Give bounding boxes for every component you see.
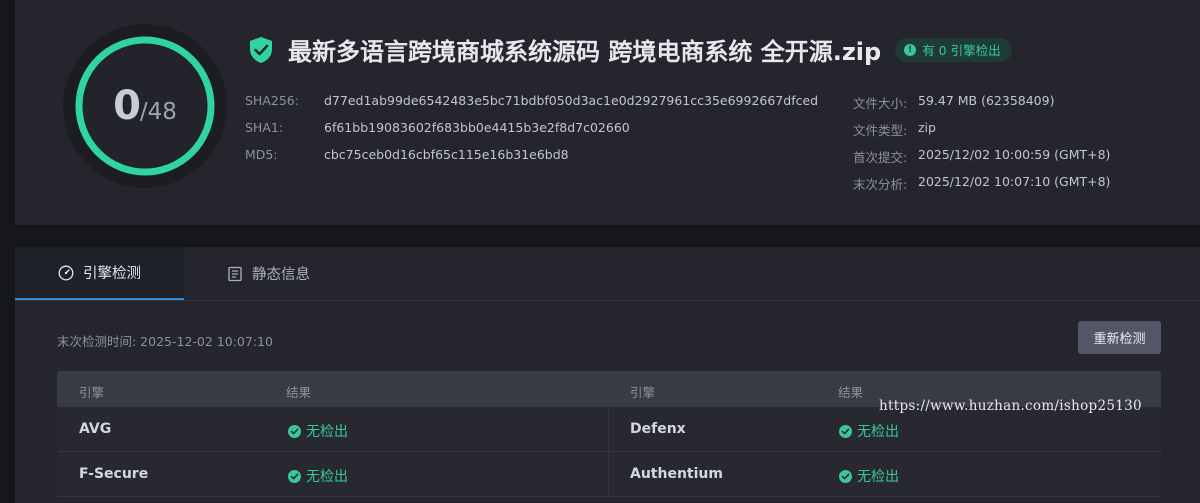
- check-circle-icon: [839, 424, 852, 438]
- engine-table: 引擎 结果 引擎 结果 AVG 无检出 Defenx 无检出 F-Secure …: [57, 371, 1161, 497]
- alert-icon: !: [904, 43, 917, 56]
- document-icon: [228, 266, 242, 281]
- engine-name: AVG: [79, 421, 112, 437]
- md5-value[interactable]: cbc75ceb0d16cbf65c115e16b31e6bd8: [324, 147, 569, 162]
- engine-name: Defenx: [630, 421, 686, 437]
- engine-result: 无检出: [288, 466, 348, 486]
- title-row: 最新多语言跨境商城系统源码 跨境电商系统 全开源.zip ! 有 0 引擎检出: [248, 32, 1012, 67]
- column-divider: [608, 452, 609, 496]
- file-summary-card: 0 /48 最新多语言跨境商城系统源码 跨境电商系统 全开源.zip ! 有 0…: [15, 0, 1200, 225]
- last-analysis-label: 末次分析:: [853, 177, 908, 192]
- last-analysis-value: 2025/12/02 10:07:10 (GMT+8): [918, 174, 1111, 189]
- column-header-result: 结果: [838, 385, 864, 400]
- sha256-label: SHA256:: [245, 93, 299, 108]
- detection-panel: 引擎检测 静态信息 末次检测时间: 2025-12-02 10:07:10 重新…: [15, 247, 1200, 503]
- column-divider: [608, 407, 609, 451]
- sha1-value[interactable]: 6f61bb19083602f683bb0e4415b3e2f8d7c02660: [324, 120, 630, 135]
- engine-total: /48: [139, 99, 177, 125]
- status-badge-text: 有 0 引擎检出: [922, 43, 1001, 58]
- column-header-engine: 引擎: [79, 385, 105, 400]
- sha1-label: SHA1:: [245, 120, 284, 135]
- tab-static-info-label: 静态信息: [252, 267, 310, 283]
- sha256-value[interactable]: d77ed1ab99de6542483e5bc71bdbf050d3ac1e0d…: [324, 93, 818, 108]
- file-type-label: 文件类型:: [853, 123, 908, 138]
- detection-gauge: 0 /48: [61, 22, 229, 190]
- column-header-result: 结果: [286, 385, 312, 400]
- file-size-label: 文件大小:: [853, 96, 908, 111]
- file-size-value: 59.47 MB (62358409): [918, 93, 1055, 108]
- table-row: F-Secure 无检出 Authentium 无检出: [57, 452, 1161, 497]
- tab-static-info[interactable]: 静态信息: [227, 247, 310, 300]
- engine-result-text: 无检出: [306, 424, 348, 440]
- engine-result: 无检出: [288, 421, 348, 441]
- last-check-time: 末次检测时间: 2025-12-02 10:07:10: [57, 334, 273, 349]
- engine-result-text: 无检出: [306, 469, 348, 485]
- detected-count: 0: [113, 83, 141, 129]
- engine-result: 无检出: [839, 466, 899, 486]
- tab-bar: 引擎检测 静态信息: [15, 247, 1200, 301]
- tab-engine-detection-label: 引擎检测: [83, 266, 141, 282]
- check-circle-icon: [288, 469, 301, 483]
- md5-label: MD5:: [245, 147, 278, 162]
- rescan-button[interactable]: 重新检测: [1078, 321, 1161, 354]
- column-header-engine: 引擎: [630, 385, 656, 400]
- file-title: 最新多语言跨境商城系统源码 跨境电商系统 全开源.zip: [288, 38, 882, 66]
- first-submit-value: 2025/12/02 10:00:59 (GMT+8): [918, 147, 1111, 162]
- watermark-url: https://www.huzhan.com/ishop25130: [879, 398, 1142, 414]
- file-type-value: zip: [918, 120, 936, 135]
- engine-result: 无检出: [839, 421, 899, 441]
- engine-name: Authentium: [630, 466, 723, 482]
- engine-result-text: 无检出: [857, 424, 899, 440]
- first-submit-label: 首次提交:: [853, 150, 908, 165]
- shield-check-icon: [250, 36, 272, 63]
- tab-engine-detection[interactable]: 引擎检测: [15, 247, 184, 300]
- engine-name: F-Secure: [79, 466, 149, 482]
- status-badge: ! 有 0 引擎检出: [895, 37, 1012, 62]
- check-circle-icon: [839, 469, 852, 483]
- gauge-icon: [58, 265, 74, 280]
- check-circle-icon: [288, 424, 301, 438]
- engine-result-text: 无检出: [857, 469, 899, 485]
